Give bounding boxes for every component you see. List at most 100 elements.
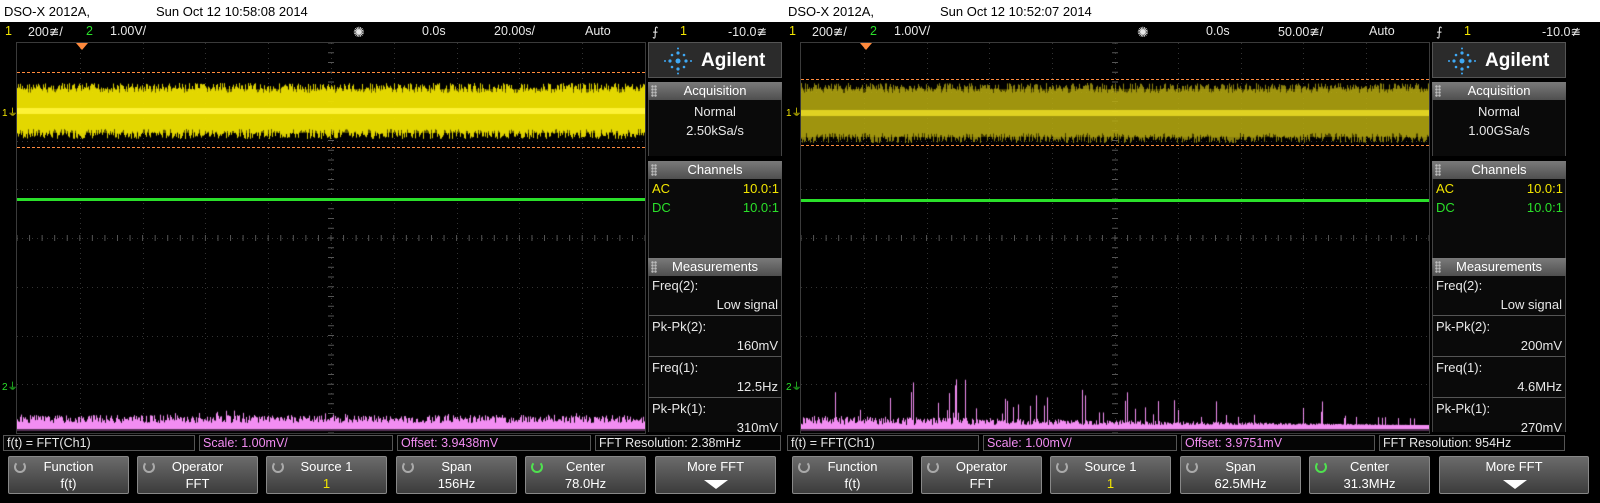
ch2-probe: 10.0:1 bbox=[1526, 200, 1563, 215]
trigger-position-marker bbox=[76, 43, 88, 50]
down-arrow-icon bbox=[704, 480, 728, 489]
model-name: DSO-X 2012A, bbox=[4, 4, 90, 19]
ch1-scale[interactable]: 200≇/ bbox=[812, 24, 847, 39]
status-bar: 1 200≇/ 2 1.00V/ ✺ 0.0s 50.00≇/ Auto ⨍ 1… bbox=[784, 22, 1600, 42]
fft-math-waveform bbox=[17, 373, 645, 433]
ch2-waveform bbox=[17, 198, 645, 201]
channels-header[interactable]: Channels bbox=[1432, 161, 1566, 179]
channels-header[interactable]: Channels bbox=[648, 161, 782, 179]
trigger-level[interactable]: -10.0≇ bbox=[1542, 24, 1581, 39]
ch2-waveform bbox=[801, 199, 1429, 202]
softkey-function[interactable]: Function f(t) bbox=[8, 456, 129, 494]
title-bar: DSO-X 2012A, Sun Oct 12 10:58:08 2014 bbox=[0, 0, 784, 22]
trigger-edge-icon: ⨍ bbox=[1436, 25, 1443, 39]
ch1-scale[interactable]: 200≇/ bbox=[28, 24, 63, 39]
softkey-function[interactable]: Function f(t) bbox=[792, 456, 913, 494]
meas-value: 4.6MHz bbox=[1517, 379, 1562, 394]
ch1-coupling: AC bbox=[652, 181, 671, 196]
math-function-label: f(t) = FFT(Ch1) bbox=[787, 435, 979, 451]
logo-text: Agilent bbox=[1485, 50, 1550, 71]
cursor-line-lower bbox=[17, 147, 645, 148]
channels-body: AC 10.0:1 DC 10.0:1 bbox=[648, 179, 782, 259]
waveform-graticule[interactable] bbox=[16, 42, 646, 434]
timebase[interactable]: 20.00s/ bbox=[494, 24, 535, 38]
ch2-scale[interactable]: 1.00V/ bbox=[110, 24, 146, 38]
acquisition-header[interactable]: Acquisition bbox=[1432, 82, 1566, 100]
softkey-span[interactable]: Span 156Hz bbox=[396, 456, 517, 494]
meas-value: 200mV bbox=[1520, 338, 1562, 353]
meas-label: Pk-Pk(2): bbox=[652, 319, 707, 334]
model-name: DSO-X 2012A, bbox=[788, 4, 874, 19]
ch1-probe: 10.0:1 bbox=[742, 181, 779, 196]
side-panel: Agilent Acquisition Normal 2.50kSa/s Cha… bbox=[648, 42, 782, 435]
ch2-coupling: DC bbox=[1436, 200, 1455, 215]
ch2-ground-marker[interactable]: 2⏚ bbox=[786, 378, 802, 393]
cursor-line-lower bbox=[801, 145, 1429, 146]
down-arrow-icon bbox=[1503, 480, 1527, 489]
waveform-graticule[interactable] bbox=[800, 42, 1430, 434]
meas-value: 12.5Hz bbox=[736, 379, 778, 394]
trigger-mode[interactable]: Auto bbox=[585, 24, 611, 38]
acquisition-mode: Normal bbox=[694, 104, 736, 119]
ch2-scale[interactable]: 1.00V/ bbox=[894, 24, 930, 38]
softkey-more-fft[interactable]: More FFT bbox=[655, 456, 776, 494]
acquisition-mode: Normal bbox=[1478, 104, 1520, 119]
measurements-body: Freq(2): Low signal Pk-Pk(2): 200mV Freq… bbox=[1432, 276, 1566, 435]
logo-text: Agilent bbox=[701, 50, 766, 71]
title-bar: DSO-X 2012A, Sun Oct 12 10:52:07 2014 bbox=[784, 0, 1600, 22]
ch2-number: 2 bbox=[870, 24, 877, 38]
timebase[interactable]: 50.00≇/ bbox=[1278, 24, 1323, 39]
meas-label: Freq(2): bbox=[1436, 278, 1483, 293]
math-function-bar: f(t) = FFT(Ch1) Scale: 1.00mV/ Offset: 3… bbox=[784, 434, 1600, 452]
softkey-source[interactable]: Source 11 bbox=[266, 456, 387, 494]
math-function-bar: f(t) = FFT(Ch1) Scale: 1.00mV/ Offset: 3… bbox=[0, 434, 784, 452]
ch2-probe: 10.0:1 bbox=[742, 200, 779, 215]
agilent-spark-icon bbox=[664, 47, 692, 75]
acquisition-header[interactable]: Acquisition bbox=[648, 82, 782, 100]
meas-label: Freq(1): bbox=[1436, 360, 1483, 375]
oscilloscope-screen-left: DSO-X 2012A, Sun Oct 12 10:58:08 2014 1 … bbox=[0, 0, 784, 503]
ch1-ground-marker[interactable]: 1⏚ bbox=[786, 104, 802, 119]
math-offset[interactable]: Offset: 3.9438mV bbox=[397, 435, 591, 451]
trigger-position-marker bbox=[860, 43, 872, 50]
measurements-header[interactable]: Measurements bbox=[648, 258, 782, 276]
trigger-edge-icon: ⨍ bbox=[652, 25, 659, 39]
oscilloscope-screen-right: DSO-X 2012A, Sun Oct 12 10:52:07 2014 1 … bbox=[784, 0, 1600, 503]
trigger-source: 1 bbox=[680, 24, 687, 38]
meas-value: Low signal bbox=[716, 297, 778, 312]
run-state-icon: ✺ bbox=[1137, 24, 1149, 40]
measurements-header[interactable]: Measurements bbox=[1432, 258, 1566, 276]
ch1-number: 1 bbox=[789, 24, 796, 38]
ch1-ground-marker[interactable]: 1⏚ bbox=[2, 104, 18, 119]
math-scale[interactable]: Scale: 1.00mV/ bbox=[199, 435, 393, 451]
ch1-coupling: AC bbox=[1436, 181, 1455, 196]
date-time: Sun Oct 12 10:58:08 2014 bbox=[156, 4, 308, 19]
ch2-ground-marker[interactable]: 2⏚ bbox=[2, 378, 18, 393]
meas-label: Pk-Pk(1): bbox=[652, 401, 707, 416]
trigger-delay[interactable]: 0.0s bbox=[422, 24, 446, 38]
agilent-logo: Agilent bbox=[648, 42, 782, 78]
run-state-icon: ✺ bbox=[353, 24, 365, 40]
trigger-delay[interactable]: 0.0s bbox=[1206, 24, 1230, 38]
math-scale[interactable]: Scale: 1.00mV/ bbox=[983, 435, 1177, 451]
softkey-bar: Function f(t) Operator FFT Source 11 Span 1… bbox=[0, 454, 784, 503]
sample-rate: 1.00GSa/s bbox=[1468, 123, 1530, 138]
softkey-bar: Function f(t) Operator FFT Source 11 Span 6… bbox=[784, 454, 1600, 503]
softkey-operator[interactable]: Operator FFT bbox=[137, 456, 258, 494]
softkey-more-fft[interactable]: More FFT bbox=[1439, 456, 1589, 494]
side-panel: Agilent Acquisition Normal 1.00GSa/s Cha… bbox=[1432, 42, 1598, 435]
softkey-operator[interactable]: Operator FFT bbox=[921, 456, 1042, 494]
ch1-number: 1 bbox=[5, 24, 12, 38]
softkey-span[interactable]: Span 62.5MHz bbox=[1180, 456, 1301, 494]
meas-value: Low signal bbox=[1500, 297, 1562, 312]
meas-value: 160mV bbox=[736, 338, 778, 353]
agilent-logo: Agilent bbox=[1432, 42, 1566, 78]
math-offset[interactable]: Offset: 3.9751mV bbox=[1181, 435, 1375, 451]
trigger-mode[interactable]: Auto bbox=[1369, 24, 1395, 38]
trigger-level[interactable]: -10.0≇ bbox=[728, 24, 767, 39]
softkey-center[interactable]: Center 31.3MHz bbox=[1309, 456, 1430, 494]
meas-label: Pk-Pk(2): bbox=[1436, 319, 1491, 334]
softkey-source[interactable]: Source 11 bbox=[1050, 456, 1171, 494]
softkey-center[interactable]: Center 78.0Hz bbox=[525, 456, 646, 494]
meas-label: Freq(2): bbox=[652, 278, 699, 293]
